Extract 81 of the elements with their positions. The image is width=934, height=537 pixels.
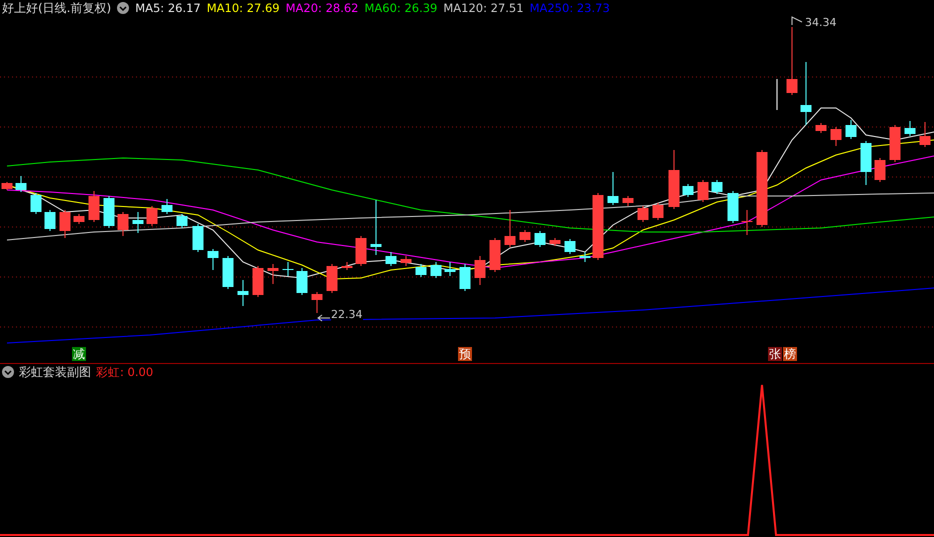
candlestick [60,210,70,238]
moving-average-value: MA120: 27.51 [443,1,524,15]
arrow-icon [317,314,330,322]
candlestick [460,264,470,292]
candlestick [252,266,264,298]
candlestick [622,196,634,206]
indicator-title: 彩虹套装副图 [19,364,91,380]
candlestick [146,206,158,226]
candlestick [816,122,826,134]
candlestick [342,262,352,270]
candlestick [400,256,412,266]
moving-average-value: MA10: 27.69 [206,1,280,15]
candlestick [860,140,872,186]
moving-average-value: MA250: 23.73 [530,1,610,15]
candlestick [238,280,248,306]
candlestick [88,190,100,222]
candlestick [30,192,42,214]
candlestick [830,126,842,146]
candlestick [668,150,680,210]
candlestick [920,122,930,148]
candlestick [16,176,26,192]
candlestick [682,184,694,198]
candlestick [890,124,900,162]
candlestick [312,292,322,314]
candlestick [268,264,278,284]
candlestick [712,180,722,194]
candlestick [2,182,12,190]
candlestick [222,256,234,290]
candlestick [132,212,144,234]
candlestick [800,62,812,126]
candlestick [846,120,856,140]
candlestick [534,230,546,248]
candlestick [580,252,590,262]
indicator-value: 彩虹: 0.00 [96,364,154,380]
candlestick [874,158,886,182]
candlestick [786,26,798,96]
moving-average-value: MA5: 26.17 [135,1,201,15]
candlestick [638,206,648,222]
signal-marker: 榜 [783,347,797,361]
candlestick [104,196,114,228]
signal-marker: 张 [768,347,782,361]
candlestick [326,264,338,294]
leader-line [792,16,802,26]
dropdown-icon[interactable] [117,2,130,14]
candlestick [698,180,708,202]
candlestick [608,172,618,206]
signal-marker: 减 [72,347,86,361]
candlestick [444,262,456,276]
candlestick [564,238,576,254]
candlestick [74,214,84,224]
candlestick [118,212,128,236]
candlestick [550,238,560,246]
candlestick [370,200,382,256]
candlestick [504,210,516,248]
signal-marker: 预 [458,347,472,361]
candlestick [192,224,204,252]
candlestick [592,192,604,260]
candlestick [176,214,188,228]
candlestick [162,198,172,214]
candlestick [356,236,366,266]
candlestick [430,262,442,278]
candlestick [386,252,396,266]
candlestick [296,268,308,296]
low-price-label: 22.34 [331,308,362,321]
candlestick [416,264,426,278]
high-price-label: 34.34 [805,16,836,29]
candlestick [652,202,664,220]
candlestick [44,210,56,232]
candlestick [208,248,218,270]
dropdown-icon[interactable] [2,366,14,378]
moving-average-value: MA60: 26.39 [364,1,438,15]
candlestick [742,210,752,236]
candlestick [776,78,778,110]
candlestick [474,256,486,286]
candlestick [490,238,500,272]
candlestick [520,230,530,242]
candlestick [728,190,738,224]
chart-title: 好上好(日线.前复权) [2,0,112,16]
candlestick [904,120,916,136]
moving-average-value: MA20: 28.62 [286,1,358,15]
candlestick [282,262,294,276]
